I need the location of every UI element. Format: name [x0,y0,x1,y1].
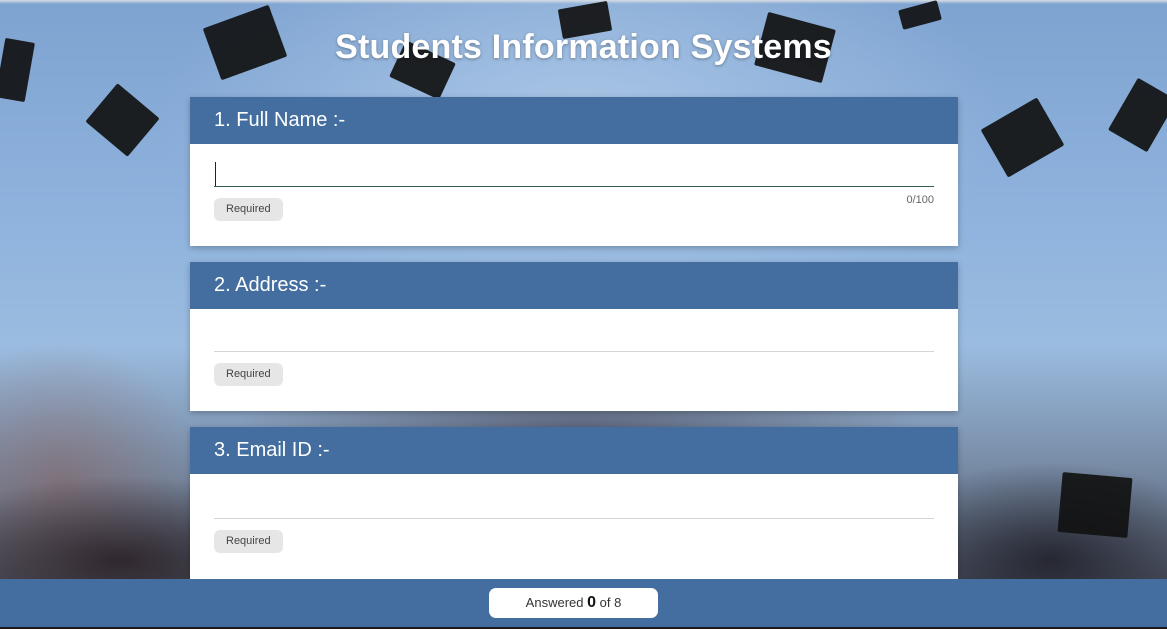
question-card-email: 3. Email ID :- Required [190,427,958,579]
question-card-full-name: 1. Full Name :- 0/100 Required [190,97,958,246]
answered-prefix: Answered [525,595,584,610]
question-body: 0/100 Required [190,144,958,246]
question-header: 1. Full Name :- [190,97,958,144]
answered-suffix: of 8 [599,595,622,610]
graduation-cap-icon [898,0,942,30]
character-counter: 0/100 [906,194,934,206]
input-underline [214,518,934,519]
email-input[interactable] [214,491,934,517]
question-header: 2. Address :- [190,262,958,309]
question-header: 3. Email ID :- [190,427,958,474]
progress-footer: Answered 0 of 8 [0,579,1167,627]
question-card-address: 2. Address :- Required [190,262,958,411]
address-input[interactable] [214,325,934,351]
graduation-cap-icon [1057,472,1133,538]
page-root: Students Information Systems 1. Full Nam… [0,0,1167,629]
browser-top-edge [0,0,1167,4]
answered-progress-indicator: Answered 0 of 8 [489,588,658,618]
full-name-input[interactable] [214,160,934,186]
required-badge: Required [214,198,283,221]
graduation-cap-icon [980,97,1065,178]
required-badge: Required [214,363,283,386]
required-badge: Required [214,530,283,553]
answered-count: 0 [587,594,597,611]
input-underline [214,351,934,352]
graduation-cap-icon [85,83,160,157]
question-body: Required [190,309,958,411]
text-caret [215,162,216,186]
page-title: Students Information Systems [335,28,832,66]
question-body: Required [190,474,958,579]
graduation-cap-icon [1108,77,1167,153]
input-underline [214,186,934,187]
